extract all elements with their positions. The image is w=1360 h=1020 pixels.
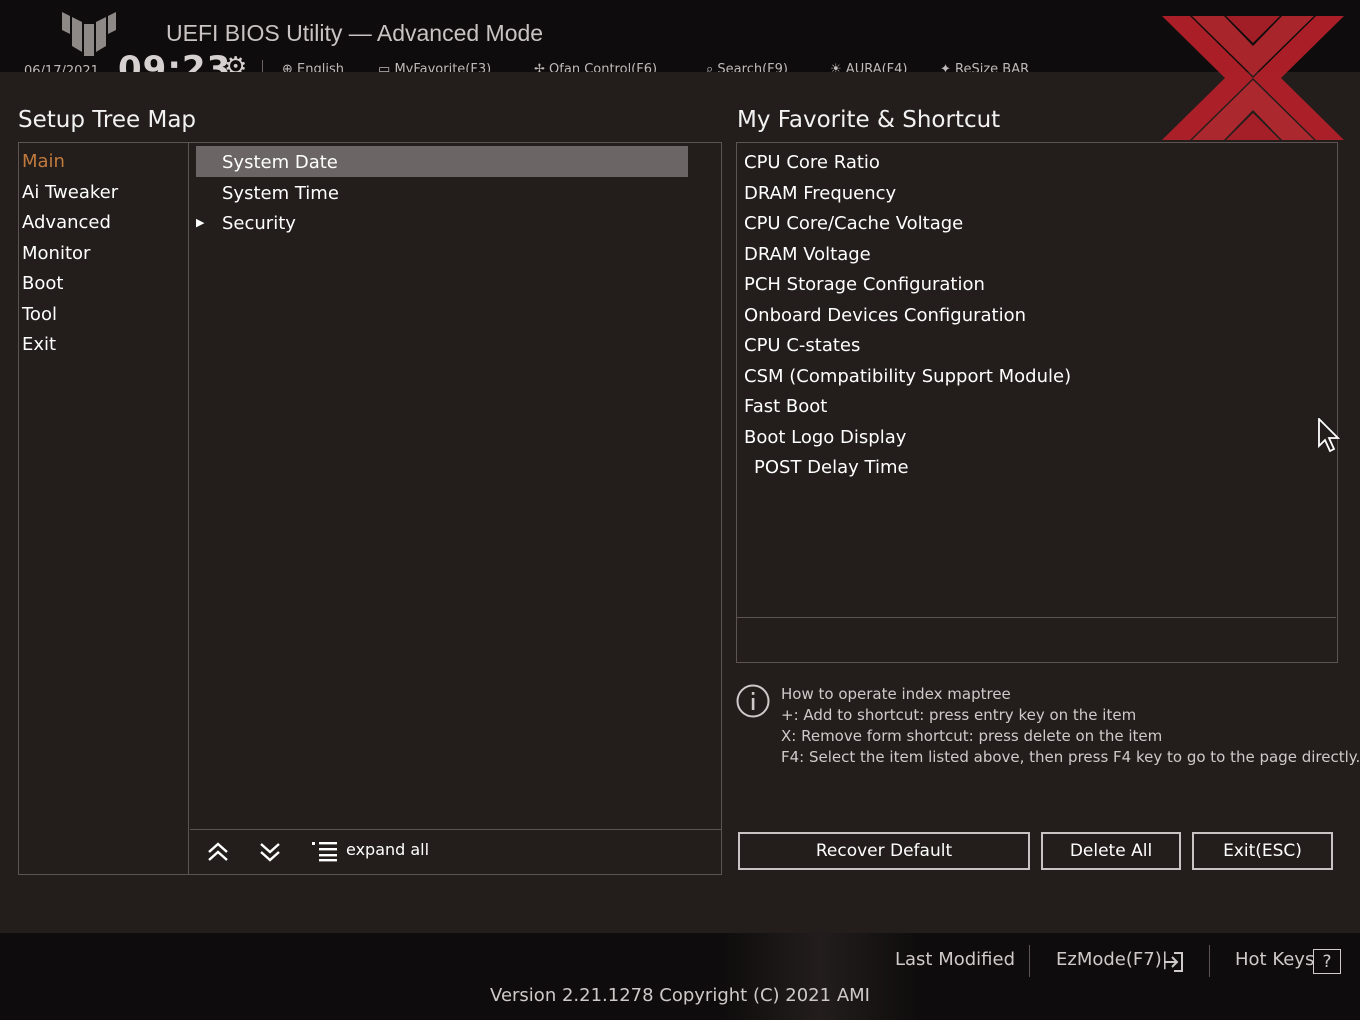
favorite-item[interactable]: DRAM Voltage — [744, 244, 871, 265]
toolbar-language-label: English — [297, 62, 344, 72]
fan-icon: ✢ — [534, 62, 545, 72]
toolbar-qfan[interactable]: ✢ Qfan Control(F6) — [534, 62, 657, 72]
info-text-line: +: Add to shortcut: press entry key on t… — [781, 706, 1137, 724]
favorites-panel-separator — [737, 617, 1336, 618]
footer-separator — [1209, 945, 1210, 977]
exit-arrow-icon[interactable] — [1162, 951, 1184, 973]
toolbar-aura-label: AURA(F4) — [845, 62, 908, 72]
favorite-item[interactable]: POST Delay Time — [754, 457, 909, 478]
help-question-icon[interactable]: ? — [1313, 949, 1341, 974]
info-icon — [736, 684, 770, 718]
favorite-folder-icon: ▭ — [378, 62, 391, 72]
time-display: 09:23 — [118, 49, 232, 72]
aura-icon: ☀ — [830, 62, 842, 72]
tree-item-system-date[interactable]: System Date — [222, 152, 338, 173]
footer-separator — [1029, 945, 1030, 977]
footer-bar — [0, 933, 1360, 1020]
toolbar-separator — [262, 60, 263, 72]
tree-map-panel — [18, 142, 722, 875]
settings-gear-icon[interactable]: ⚙ — [224, 54, 247, 72]
category-monitor[interactable]: Monitor — [22, 243, 90, 264]
footer-glow — [720, 933, 920, 1020]
category-ai-tweaker[interactable]: Ai Tweaker — [22, 182, 118, 203]
tree-item-security[interactable]: Security — [222, 213, 296, 234]
favorite-item[interactable]: CPU C-states — [744, 335, 860, 356]
expand-all-list-icon[interactable] — [312, 840, 338, 862]
category-boot[interactable]: Boot — [22, 273, 63, 294]
app-title: UEFI BIOS Utility — Advanced Mode — [166, 20, 544, 46]
toolbar-qfan-label: Qfan Control(F6) — [549, 62, 658, 72]
toolbar-resize-bar[interactable]: ✦ ReSize BAR — [940, 62, 1029, 72]
delete-all-button[interactable]: Delete All — [1041, 832, 1181, 870]
info-text-line: How to operate index maptree — [781, 685, 1011, 703]
favorite-item[interactable]: CPU Core Ratio — [744, 152, 880, 173]
toolbar-search[interactable]: ⌕ Search(F9) — [706, 62, 788, 72]
favorite-item[interactable]: DRAM Frequency — [744, 183, 896, 204]
version-copyright: Version 2.21.1278 Copyright (C) 2021 AMI — [490, 985, 870, 1006]
search-icon: ⌕ — [706, 62, 714, 72]
header-bar: UEFI BIOS Utility — Advanced Mode 06/17/… — [0, 0, 1360, 72]
favorite-item[interactable]: Onboard Devices Configuration — [744, 305, 1026, 326]
exit-button[interactable]: Exit(ESC) — [1192, 832, 1333, 870]
favorite-item[interactable]: PCH Storage Configuration — [744, 274, 985, 295]
category-main[interactable]: Main — [22, 151, 65, 172]
favorite-item[interactable]: Boot Logo Display — [744, 427, 906, 448]
toolbar-search-label: Search(F9) — [717, 62, 788, 72]
collapse-up-icon[interactable] — [204, 838, 232, 866]
tree-item-system-time[interactable]: System Time — [222, 183, 339, 204]
xx-watermark-logo-icon — [1162, 16, 1344, 140]
toolbar-aura[interactable]: ☀ AURA(F4) — [830, 62, 908, 72]
resize-bar-icon: ✦ — [940, 62, 951, 72]
globe-icon: ⊕ — [282, 62, 293, 72]
tuf-logo-icon — [62, 12, 116, 56]
toolbar-language[interactable]: ⊕ English — [282, 62, 344, 72]
favorites-title: My Favorite & Shortcut — [737, 107, 1001, 133]
mouse-cursor-icon — [1318, 418, 1340, 453]
favorite-item[interactable]: CSM (Compatibility Support Module) — [744, 366, 1071, 387]
expand-arrow-icon[interactable]: ▶ — [196, 216, 204, 229]
category-tool[interactable]: Tool — [22, 304, 57, 325]
toolbar-resize-bar-label: ReSize BAR — [955, 62, 1030, 72]
expand-all-button[interactable]: expand all — [346, 840, 429, 859]
category-advanced[interactable]: Advanced — [22, 212, 111, 233]
recover-default-button[interactable]: Recover Default — [738, 832, 1030, 870]
tree-map-title: Setup Tree Map — [18, 107, 197, 133]
category-exit[interactable]: Exit — [22, 334, 56, 355]
ezmode-button[interactable]: EzMode(F7)| — [1056, 949, 1168, 970]
tree-toolbar-separator — [190, 829, 721, 830]
favorite-item[interactable]: Fast Boot — [744, 396, 827, 417]
expand-down-icon[interactable] — [256, 838, 284, 866]
favorite-item[interactable]: CPU Core/Cache Voltage — [744, 213, 963, 234]
tree-map-divider — [188, 142, 189, 875]
date-display: 06/17/2021 — [24, 64, 99, 72]
toolbar-myfavorite-label: MyFavorite(F3) — [394, 62, 492, 72]
last-modified-button[interactable]: Last Modified — [895, 949, 1015, 970]
toolbar-myfavorite[interactable]: ▭ MyFavorite(F3) — [378, 62, 491, 72]
info-text-line: F4: Select the item listed above, then p… — [781, 748, 1360, 766]
info-text-line: X: Remove form shortcut: press delete on… — [781, 727, 1163, 745]
hot-keys-button[interactable]: Hot Keys — [1235, 949, 1314, 970]
